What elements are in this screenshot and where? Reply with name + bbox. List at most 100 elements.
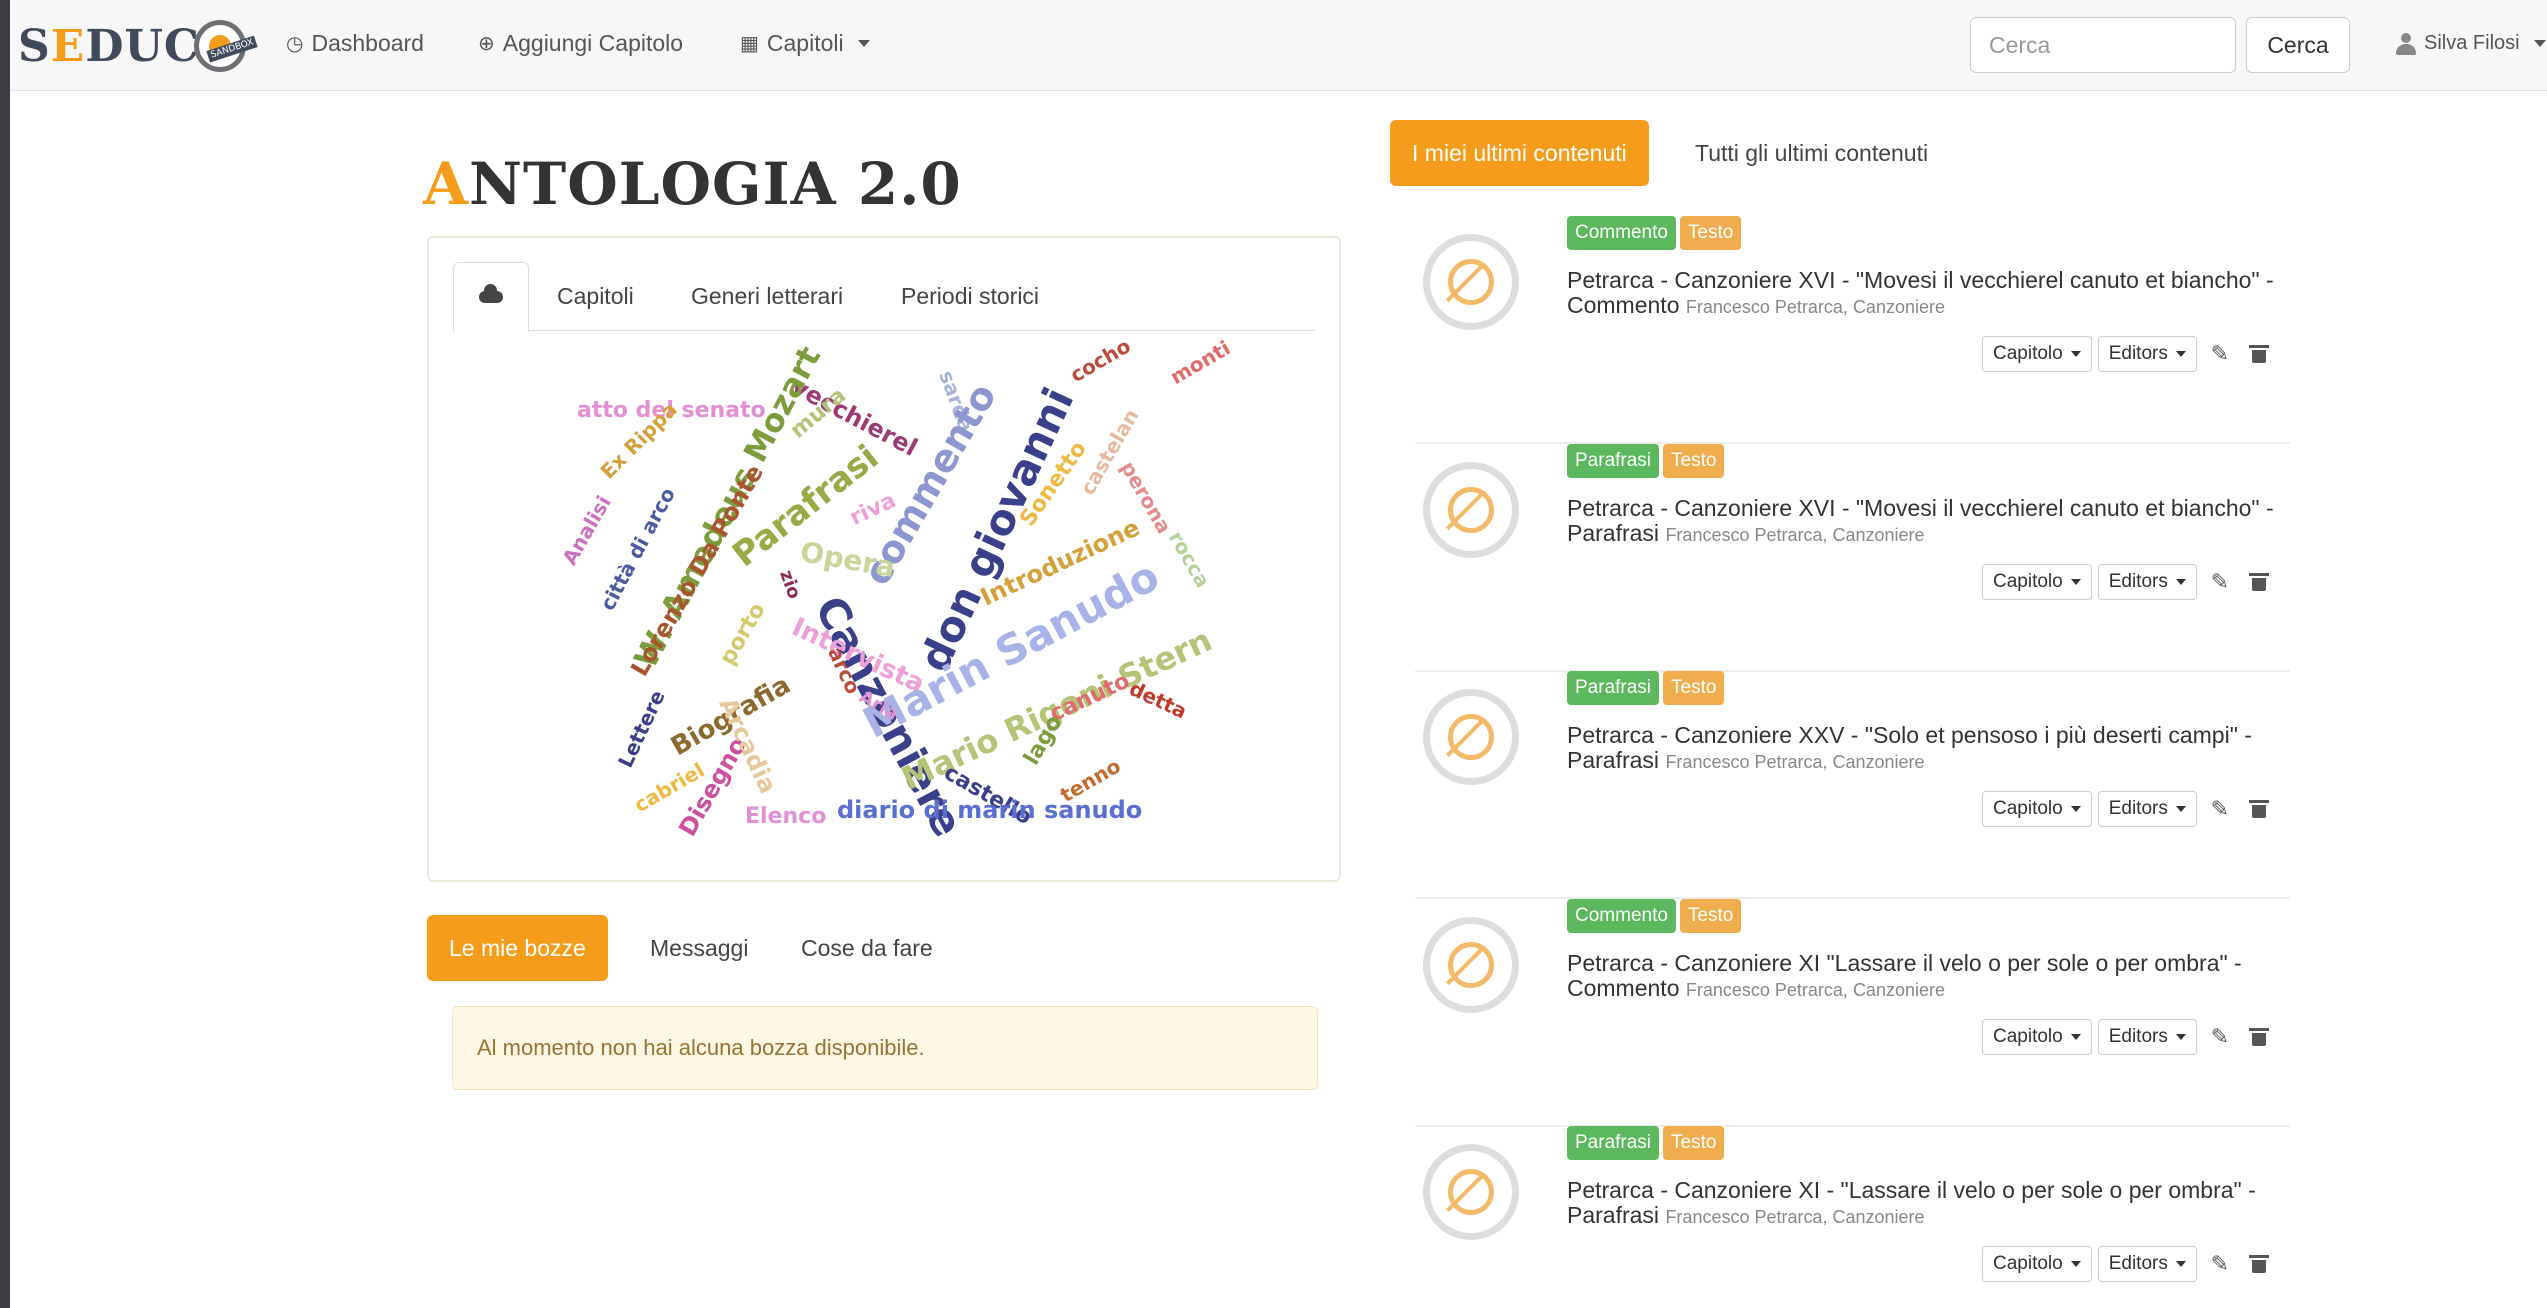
plus-circle-icon: ⊕ bbox=[478, 33, 495, 55]
cloud-tabs: Capitoli Generi letterari Periodi storic… bbox=[453, 262, 1315, 332]
capitolo-dropdown[interactable]: Capitolo bbox=[1982, 336, 2092, 372]
no-drafts-alert: Al momento non hai alcuna bozza disponib… bbox=[452, 1006, 1318, 1090]
content-tags: Commento Testo bbox=[1567, 216, 1742, 250]
content-tags: Commento Testo bbox=[1567, 899, 1742, 933]
content-title[interactable]: Petrarca - Canzoniere XVI - "Movesi il v… bbox=[1567, 268, 2287, 320]
chevron-down-icon bbox=[2070, 1034, 2081, 1040]
content-meta: Francesco Petrarca, Canzoniere bbox=[1665, 525, 1925, 545]
feed-item: Commento Testo Petrarca - Canzoniere XVI… bbox=[1415, 216, 2290, 444]
chevron-down-icon bbox=[2175, 1034, 2186, 1040]
edit-icon[interactable]: ✎ bbox=[2203, 1024, 2237, 1050]
search-button[interactable]: Cerca bbox=[2246, 17, 2350, 73]
content-actions: Capitolo Editors ✎ bbox=[1982, 336, 2269, 372]
content-tags: Parafrasi Testo bbox=[1567, 1126, 1725, 1160]
search-input[interactable]: Cerca bbox=[1970, 17, 2236, 73]
trash-icon[interactable] bbox=[2248, 800, 2269, 818]
capitolo-dropdown[interactable]: Capitolo bbox=[1982, 791, 2092, 827]
word-cloud-term[interactable]: cocho bbox=[1066, 334, 1135, 388]
edit-icon[interactable]: ✎ bbox=[2203, 341, 2237, 367]
tab-le-mie-bozze[interactable]: Le mie bozze bbox=[427, 915, 608, 981]
content-avatar-icon bbox=[1423, 917, 1519, 1013]
user-menu[interactable]: Silva Filosi bbox=[2396, 32, 2546, 55]
page-title: ANTOLOGIA 2.0 bbox=[423, 150, 962, 218]
editors-dropdown[interactable]: Editors bbox=[2097, 1246, 2197, 1282]
word-cloud-term[interactable]: diario di marin sanudo bbox=[837, 798, 1142, 822]
edit-icon[interactable]: ✎ bbox=[2203, 569, 2237, 595]
content-meta: Francesco Petrarca, Canzoniere bbox=[1665, 752, 1925, 772]
type-badge: Parafrasi bbox=[1567, 671, 1660, 705]
content-meta: Francesco Petrarca, Canzoniere bbox=[1665, 1207, 1925, 1227]
trash-icon[interactable] bbox=[2248, 1255, 2269, 1273]
tab-my-latest-content[interactable]: I miei ultimi contenuti bbox=[1390, 120, 1649, 186]
tab-capitoli[interactable]: Capitoli bbox=[557, 262, 634, 330]
content-actions: Capitolo Editors ✎ bbox=[1982, 1246, 2269, 1282]
type-badge: Commento bbox=[1567, 899, 1676, 933]
feed-item: Commento Testo Petrarca - Canzoniere XI … bbox=[1415, 899, 2290, 1127]
content-avatar-icon bbox=[1423, 462, 1519, 558]
dashboard-icon: ◷ bbox=[286, 33, 304, 55]
text-badge: Testo bbox=[1663, 444, 1725, 478]
word-cloud-term[interactable]: Analisi bbox=[557, 491, 616, 569]
trash-icon[interactable] bbox=[2248, 1028, 2269, 1046]
content-actions: Capitolo Editors ✎ bbox=[1982, 1019, 2269, 1055]
nav-add-chapter[interactable]: ⊕ Aggiungi Capitolo bbox=[478, 30, 683, 57]
content-tags: Parafrasi Testo bbox=[1567, 671, 1725, 705]
trash-icon[interactable] bbox=[2248, 345, 2269, 363]
word-cloud-term[interactable]: monti bbox=[1166, 336, 1234, 389]
nav-dashboard[interactable]: ◷ Dashboard bbox=[286, 30, 424, 57]
content-avatar-icon bbox=[1423, 1144, 1519, 1240]
tab-cose-da-fare[interactable]: Cose da fare bbox=[801, 915, 933, 981]
tab-generi-letterari[interactable]: Generi letterari bbox=[691, 262, 843, 330]
tag-cloud-panel: Capitoli Generi letterari Periodi storic… bbox=[427, 236, 1341, 882]
editors-dropdown[interactable]: Editors bbox=[2097, 1019, 2197, 1055]
tab-cloud[interactable] bbox=[453, 262, 529, 332]
chevron-down-icon bbox=[2175, 806, 2186, 812]
chevron-down-icon bbox=[2070, 579, 2081, 585]
word-cloud-term[interactable]: detta bbox=[1126, 676, 1191, 723]
content-title[interactable]: Petrarca - Canzoniere XI - "Lassare il v… bbox=[1567, 1178, 2287, 1230]
word-cloud-term[interactable]: Lettere bbox=[613, 686, 670, 771]
tab-periodi-storici[interactable]: Periodi storici bbox=[901, 262, 1039, 330]
editors-dropdown[interactable]: Editors bbox=[2097, 791, 2197, 827]
capitolo-dropdown[interactable]: Capitolo bbox=[1982, 1019, 2092, 1055]
editors-dropdown[interactable]: Editors bbox=[2097, 336, 2197, 372]
text-badge: Testo bbox=[1663, 671, 1725, 705]
chevron-down-icon bbox=[2070, 1261, 2081, 1267]
user-name: Silva Filosi bbox=[2424, 32, 2520, 54]
chevron-down-icon bbox=[2175, 1261, 2186, 1267]
word-cloud-term[interactable]: zio bbox=[775, 567, 805, 601]
edit-icon[interactable]: ✎ bbox=[2203, 796, 2237, 822]
text-badge: Testo bbox=[1663, 1126, 1725, 1160]
brand-badge-icon: SANDBOX bbox=[193, 20, 258, 72]
feed-item: Parafrasi Testo Petrarca - Canzoniere XV… bbox=[1415, 444, 2290, 672]
chevron-down-icon bbox=[2175, 579, 2186, 585]
feed-item: Parafrasi Testo Petrarca - Canzoniere XI… bbox=[1415, 1126, 2290, 1308]
edit-icon[interactable]: ✎ bbox=[2203, 1251, 2237, 1277]
type-badge: Commento bbox=[1567, 216, 1676, 250]
word-cloud-term[interactable]: rocca bbox=[1164, 527, 1215, 592]
nav-chapters-dropdown[interactable]: ▦ Capitoli bbox=[740, 30, 870, 57]
content-title[interactable]: Petrarca - Canzoniere XI "Lassare il vel… bbox=[1567, 951, 2287, 1003]
app-window: SEDUC SANDBOX ◷ Dashboard ⊕ Aggiungi Cap… bbox=[10, 0, 2547, 1308]
type-badge: Parafrasi bbox=[1567, 1126, 1660, 1160]
capitolo-dropdown[interactable]: Capitolo bbox=[1982, 1246, 2092, 1282]
word-cloud-term[interactable]: Elenco bbox=[745, 806, 826, 828]
top-navbar: SEDUC SANDBOX ◷ Dashboard ⊕ Aggiungi Cap… bbox=[10, 0, 2547, 91]
capitolo-dropdown[interactable]: Capitolo bbox=[1982, 564, 2092, 600]
word-cloud-term[interactable]: porto bbox=[715, 599, 770, 670]
content-tags: Parafrasi Testo bbox=[1567, 444, 1725, 478]
content-title[interactable]: Petrarca - Canzoniere XXV - "Solo et pen… bbox=[1567, 723, 2287, 775]
chevron-down-icon bbox=[2533, 40, 2546, 47]
tab-messaggi[interactable]: Messaggi bbox=[650, 915, 748, 981]
grid-icon: ▦ bbox=[740, 33, 759, 55]
content-actions: Capitolo Editors ✎ bbox=[1982, 564, 2269, 600]
brand-logo[interactable]: SEDUC SANDBOX bbox=[18, 18, 258, 74]
feed-item: Parafrasi Testo Petrarca - Canzoniere XX… bbox=[1415, 671, 2290, 899]
tab-all-latest-content[interactable]: Tutti gli ultimi contenuti bbox=[1695, 120, 1928, 186]
chevron-down-icon bbox=[857, 40, 870, 47]
editors-dropdown[interactable]: Editors bbox=[2097, 564, 2197, 600]
trash-icon[interactable] bbox=[2248, 573, 2269, 591]
text-badge: Testo bbox=[1679, 899, 1742, 933]
content-title[interactable]: Petrarca - Canzoniere XVI - "Movesi il v… bbox=[1567, 496, 2287, 548]
user-icon bbox=[2396, 32, 2416, 55]
